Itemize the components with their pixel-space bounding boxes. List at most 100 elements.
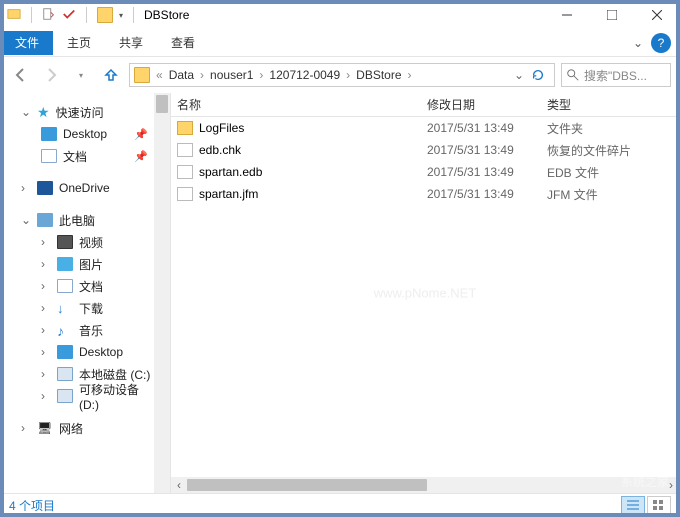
chevron-right-icon[interactable]: › bbox=[41, 389, 51, 403]
tree-desktop-pc[interactable]: ›Desktop bbox=[1, 341, 170, 363]
qat-dropdown-icon[interactable]: ▾ bbox=[119, 11, 123, 20]
properties-icon[interactable] bbox=[42, 7, 56, 24]
chevron-right-icon[interactable]: « bbox=[152, 68, 167, 82]
tree-label: OneDrive bbox=[59, 181, 110, 195]
chevron-down-icon[interactable]: ⌄ bbox=[21, 105, 31, 119]
chevron-right-icon[interactable]: › bbox=[21, 421, 31, 435]
qat-divider bbox=[86, 7, 87, 23]
scrollbar-thumb[interactable] bbox=[187, 479, 427, 491]
file-name: LogFiles bbox=[199, 121, 244, 135]
up-button[interactable] bbox=[99, 63, 123, 87]
network-icon bbox=[37, 421, 53, 435]
breadcrumb-part[interactable]: 120712-0049 bbox=[269, 68, 340, 82]
chevron-right-icon[interactable]: › bbox=[41, 257, 51, 271]
tab-home[interactable]: 主页 bbox=[53, 31, 105, 55]
explorer-icon bbox=[7, 7, 21, 24]
chevron-right-icon: › bbox=[255, 68, 267, 82]
tree-scrollbar[interactable] bbox=[154, 93, 170, 493]
breadcrumb-part[interactable]: nouser1 bbox=[210, 68, 253, 82]
tree-quick-access[interactable]: ⌄★快速访问 bbox=[1, 101, 170, 123]
checkmark-icon[interactable] bbox=[62, 7, 76, 24]
column-name[interactable]: 名称 bbox=[177, 96, 427, 113]
address-dropdown-icon[interactable]: ⌄ bbox=[514, 68, 524, 82]
search-input[interactable]: 搜索"DBS... bbox=[561, 63, 671, 87]
scroll-left-icon[interactable]: ‹ bbox=[171, 478, 187, 492]
tree-desktop[interactable]: Desktop📌 bbox=[1, 123, 170, 145]
qat-divider bbox=[31, 7, 32, 23]
tree-label: 文档 bbox=[63, 148, 87, 165]
chevron-right-icon[interactable]: › bbox=[41, 323, 51, 337]
tree-label: 可移动设备 (D:) bbox=[79, 381, 162, 412]
search-icon bbox=[566, 68, 580, 82]
titlebar: ▾ DBStore bbox=[1, 1, 679, 29]
chevron-down-icon[interactable]: ⌄ bbox=[21, 213, 31, 227]
horizontal-scrollbar[interactable]: ‹ › bbox=[171, 477, 679, 493]
title-divider bbox=[133, 7, 134, 23]
tree-music[interactable]: ›音乐 bbox=[1, 319, 170, 341]
tree-label: 网络 bbox=[59, 420, 83, 437]
tree-pictures[interactable]: ›图片 bbox=[1, 253, 170, 275]
file-icon bbox=[177, 143, 193, 157]
tree-label: Desktop bbox=[63, 127, 107, 141]
chevron-right-icon[interactable]: › bbox=[21, 181, 31, 195]
ribbon-expand-icon[interactable]: ⌄ bbox=[625, 36, 651, 50]
pin-icon: 📌 bbox=[134, 150, 148, 163]
file-row[interactable]: edb.chk2017/5/31 13:49恢复的文件碎片 bbox=[171, 139, 679, 161]
music-icon bbox=[57, 323, 73, 337]
help-button[interactable]: ? bbox=[651, 33, 671, 53]
history-dropdown-icon[interactable]: ▾ bbox=[69, 63, 93, 87]
icons-view-button[interactable] bbox=[647, 496, 671, 514]
refresh-button[interactable] bbox=[526, 68, 550, 82]
column-type[interactable]: 类型 bbox=[547, 96, 679, 113]
tree-onedrive[interactable]: › OneDrive bbox=[1, 177, 170, 199]
file-date: 2017/5/31 13:49 bbox=[427, 143, 547, 157]
tree-ddrive[interactable]: ›可移动设备 (D:) bbox=[1, 385, 170, 407]
tab-file[interactable]: 文件 bbox=[1, 31, 53, 55]
column-date[interactable]: 修改日期 bbox=[427, 96, 547, 113]
tree-label: 此电脑 bbox=[59, 212, 95, 229]
forward-button[interactable] bbox=[39, 63, 63, 87]
ribbon-tabs: 文件 主页 共享 查看 ⌄ ? bbox=[1, 29, 679, 57]
folder-icon bbox=[97, 7, 113, 23]
star-icon: ★ bbox=[37, 104, 50, 121]
chevron-right-icon: › bbox=[342, 68, 354, 82]
tree-network[interactable]: › 网络 bbox=[1, 417, 170, 439]
file-list: 名称 修改日期 类型 LogFiles2017/5/31 13:49文件夹edb… bbox=[171, 93, 679, 493]
minimize-button[interactable] bbox=[544, 1, 589, 29]
chevron-right-icon[interactable]: › bbox=[41, 367, 51, 381]
back-button[interactable] bbox=[9, 63, 33, 87]
chevron-right-icon[interactable]: › bbox=[41, 279, 51, 293]
tab-share[interactable]: 共享 bbox=[105, 31, 157, 55]
address-bar: ▾ « Data › nouser1 › 120712-0049 › DBSto… bbox=[1, 57, 679, 93]
chevron-right-icon[interactable]: › bbox=[41, 301, 51, 315]
details-view-button[interactable] bbox=[621, 496, 645, 514]
file-name: spartan.edb bbox=[199, 165, 262, 179]
tree-thispc[interactable]: ⌄ 此电脑 bbox=[1, 209, 170, 231]
breadcrumb[interactable]: « Data › nouser1 › 120712-0049 › DBStore… bbox=[129, 63, 555, 87]
scrollbar-thumb[interactable] bbox=[156, 95, 168, 113]
chevron-right-icon: › bbox=[404, 68, 416, 82]
file-row[interactable]: spartan.jfm2017/5/31 13:49JFM 文件 bbox=[171, 183, 679, 205]
maximize-button[interactable] bbox=[589, 1, 634, 29]
scroll-right-icon[interactable]: › bbox=[663, 478, 679, 492]
tree-documents-pc[interactable]: ›文档 bbox=[1, 275, 170, 297]
close-button[interactable] bbox=[634, 1, 679, 29]
explorer-body: ⌄★快速访问 Desktop📌 文档📌 ›OneDrive ⌄此电脑 ›视频 ›… bbox=[1, 93, 679, 493]
breadcrumb-part[interactable]: DBStore bbox=[356, 68, 401, 82]
tree-documents[interactable]: 文档 📌 bbox=[1, 145, 170, 167]
breadcrumb-part[interactable]: Data bbox=[169, 68, 194, 82]
item-count: 4 个项目 bbox=[9, 497, 55, 514]
file-row[interactable]: LogFiles2017/5/31 13:49文件夹 bbox=[171, 117, 679, 139]
file-icon bbox=[177, 187, 193, 201]
documents-icon bbox=[41, 149, 57, 163]
file-row[interactable]: spartan.edb2017/5/31 13:49EDB 文件 bbox=[171, 161, 679, 183]
tree-downloads[interactable]: ›下载 bbox=[1, 297, 170, 319]
file-date: 2017/5/31 13:49 bbox=[427, 121, 547, 135]
column-headers: 名称 修改日期 类型 bbox=[171, 93, 679, 117]
tab-view[interactable]: 查看 bbox=[157, 31, 209, 55]
folder-icon bbox=[177, 121, 193, 135]
chevron-right-icon[interactable]: › bbox=[41, 345, 51, 359]
chevron-right-icon[interactable]: › bbox=[41, 235, 51, 249]
tree-videos[interactable]: ›视频 bbox=[1, 231, 170, 253]
videos-icon bbox=[57, 235, 73, 249]
